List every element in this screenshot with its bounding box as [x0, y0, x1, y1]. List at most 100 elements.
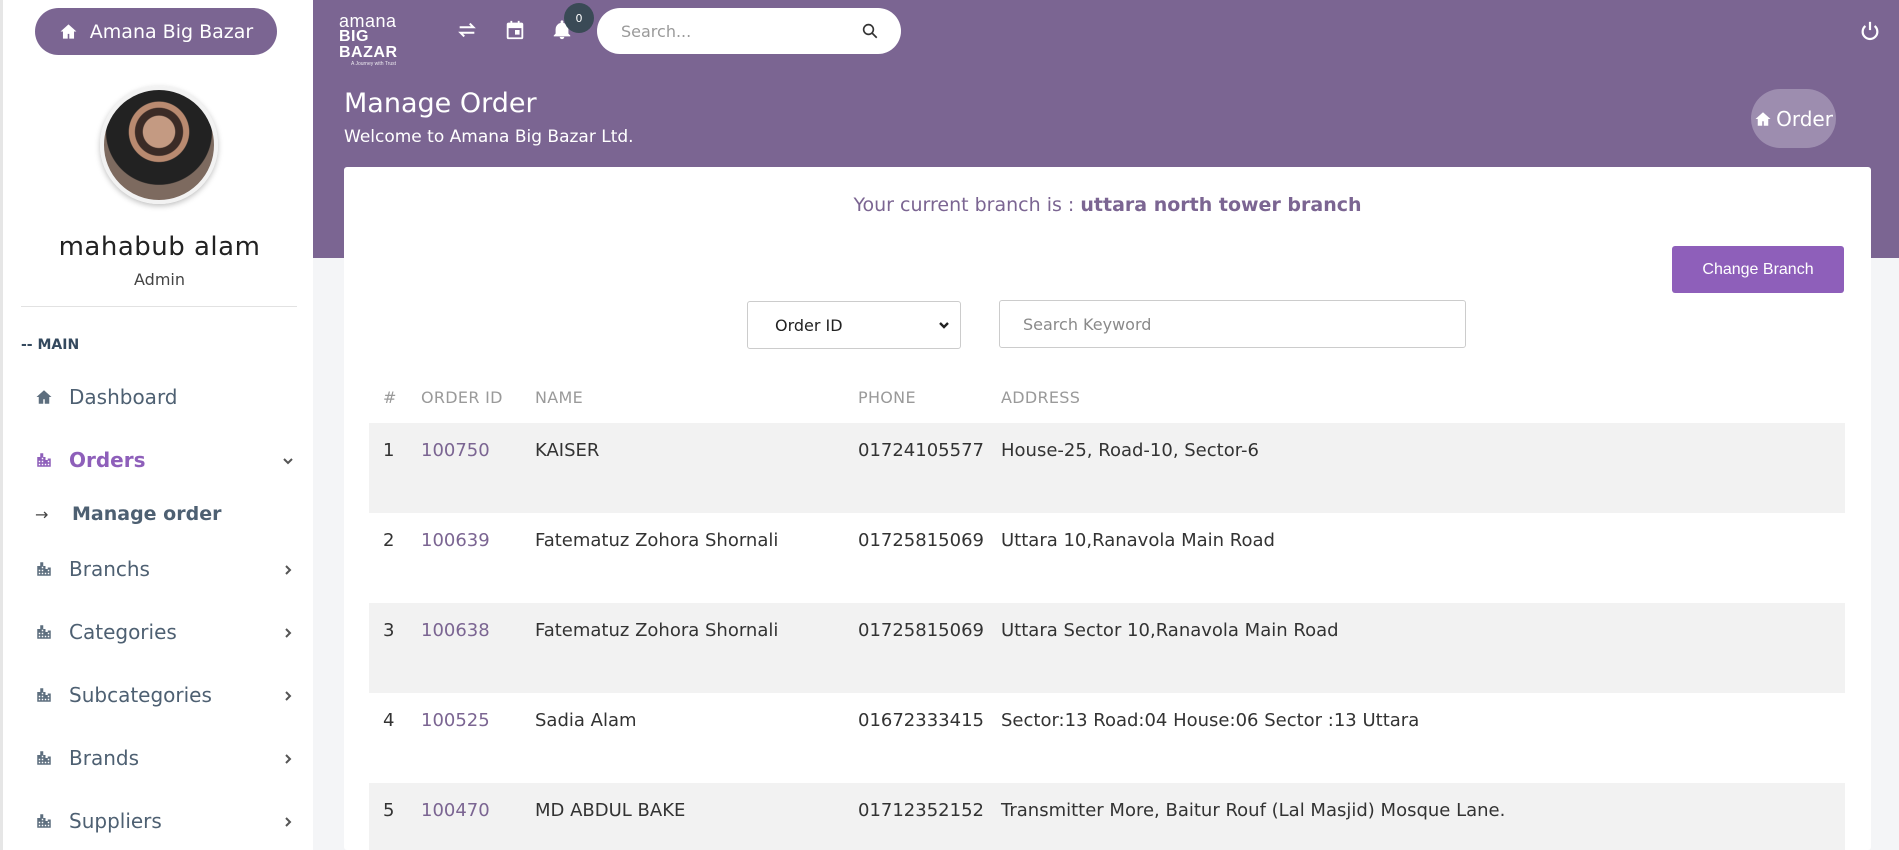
sidebar-item-branchs[interactable]: Branchs: [35, 549, 295, 589]
customer-name: MD ABDUL BAKE: [535, 800, 686, 821]
sidebar-item-orders[interactable]: Orders: [35, 440, 295, 480]
current-branch: Your current branch is : uttara north to…: [344, 194, 1871, 216]
order-id-link[interactable]: 100638: [421, 620, 535, 641]
chevron-down-icon: [939, 322, 949, 329]
customer-address: Uttara 10,Ranavola Main Road: [1001, 530, 1275, 551]
page-subtitle: Welcome to Amana Big Bazar Ltd.: [344, 127, 634, 147]
sidebar-item-label: Branchs: [69, 557, 150, 581]
building-icon: [35, 812, 53, 830]
order-id-link[interactable]: 100525: [421, 710, 535, 731]
sidebar-item-categories[interactable]: Categories: [35, 612, 295, 652]
customer-phone: 01724105577: [858, 440, 984, 461]
power-icon[interactable]: [1859, 20, 1881, 42]
orders-table: # ORDER ID NAME PHONE ADDRESS 1 100750 K…: [369, 371, 1845, 850]
home-icon: [1755, 111, 1771, 126]
building-icon: [35, 451, 53, 469]
table-row: 5 100470 MD ABDUL BAKE 01712352152 Trans…: [369, 783, 1845, 850]
building-icon: [35, 686, 53, 704]
content-card: Your current branch is : uttara north to…: [344, 167, 1871, 850]
customer-address: Transmitter More, Baitur Rouf (Lal Masji…: [1001, 800, 1506, 821]
table-row: 4 100525 Sadia Alam 01672333415 Sector:1…: [369, 693, 1845, 783]
customer-address: House-25, Road-10, Sector-6: [1001, 440, 1259, 461]
top-search: [597, 8, 901, 54]
row-index: 5: [383, 800, 395, 821]
sidebar-item-label: Dashboard: [69, 385, 178, 409]
user-role: Admin: [134, 270, 185, 289]
customer-name: KAISER: [535, 440, 600, 461]
sidebar-item-label: Categories: [69, 620, 177, 644]
order-id-link[interactable]: 100639: [421, 530, 535, 551]
topbar: amana BIG BAZAR A Journey with Trust 0: [313, 0, 1899, 70]
sidebar-subitem-label: Manage order: [72, 503, 222, 525]
customer-name: Fatematuz Zohora Shornali: [535, 620, 779, 641]
column-header: PHONE: [858, 387, 916, 407]
branch-name: uttara north tower branch: [1080, 194, 1362, 216]
sidebar-subitem-manage-order[interactable]: → Manage order: [35, 497, 221, 531]
table-row: 2 100639 Fatematuz Zohora Shornali 01725…: [369, 513, 1845, 603]
calendar-icon[interactable]: [504, 19, 528, 43]
row-index: 2: [383, 530, 395, 551]
customer-name: Sadia Alam: [535, 710, 637, 731]
order-id-link[interactable]: 100470: [421, 800, 535, 821]
avatar: [100, 86, 218, 204]
sidebar-item-label: Brands: [69, 746, 139, 770]
column-header: #: [383, 387, 397, 407]
sidebar-item-dashboard[interactable]: Dashboard: [35, 377, 295, 417]
customer-phone: 01725815069: [858, 620, 984, 641]
section-label: -- MAIN: [21, 337, 80, 353]
chevron-down-icon: [281, 453, 295, 467]
row-index: 4: [383, 710, 395, 731]
filter-select[interactable]: Order ID: [747, 301, 961, 349]
user-name: mahabub alam: [58, 232, 261, 262]
chevron-right-icon: [281, 751, 295, 765]
customer-phone: 01712352152: [858, 800, 984, 821]
customer-name: Fatematuz Zohora Shornali: [535, 530, 779, 551]
branch-prefix: Your current branch is :: [853, 194, 1081, 216]
row-index: 1: [383, 440, 395, 461]
customer-phone: 01725815069: [858, 530, 984, 551]
search-input[interactable]: [621, 21, 861, 41]
home-button[interactable]: Amana Big Bazar: [35, 8, 277, 55]
building-icon: [35, 560, 53, 578]
chevron-right-icon: [281, 562, 295, 576]
chevron-right-icon: [281, 814, 295, 828]
search-icon[interactable]: [861, 22, 879, 40]
sidebar-item-label: Subcategories: [69, 683, 212, 707]
page-title: Manage Order: [344, 88, 537, 119]
customer-address: Sector:13 Road:04 House:06 Sector :13 Ut…: [1001, 710, 1420, 731]
customer-phone: 01672333415: [858, 710, 984, 731]
sidebar-item-label: Orders: [69, 448, 146, 472]
row-index: 3: [383, 620, 395, 641]
filter-select-value: Order ID: [775, 315, 843, 335]
sidebar: Amana Big Bazar mahabub alam Admin -- MA…: [0, 0, 313, 850]
customer-address: Uttara Sector 10,Ranavola Main Road: [1001, 620, 1339, 641]
keyword-search-input[interactable]: [999, 300, 1466, 348]
home-button-label: Amana Big Bazar: [89, 20, 254, 43]
logo-text-top: amana: [339, 11, 397, 31]
column-header: ORDER ID: [421, 387, 503, 407]
table-row: 3 100638 Fatematuz Zohora Shornali 01725…: [369, 603, 1845, 693]
sidebar-item-suppliers[interactable]: Suppliers: [35, 801, 295, 841]
chevron-right-icon: [281, 625, 295, 639]
logo-text-bottom: BIG BAZAR: [339, 28, 398, 61]
order-id-link[interactable]: 100750: [421, 440, 535, 461]
notification-badge: 0: [564, 3, 594, 33]
sidebar-item-brands[interactable]: Brands: [35, 738, 295, 778]
building-icon: [35, 623, 53, 641]
change-branch-button[interactable]: Change Branch: [1672, 246, 1844, 293]
table-header: # ORDER ID NAME PHONE ADDRESS: [369, 371, 1845, 423]
home-icon: [60, 24, 77, 39]
brand-logo[interactable]: amana BIG BAZAR A Journey with Trust: [339, 11, 429, 67]
table-row: 1 100750 KAISER 01724105577 House-25, Ro…: [369, 423, 1845, 513]
breadcrumb-label: Order: [1776, 106, 1833, 131]
swap-icon[interactable]: [456, 19, 480, 43]
sidebar-item-label: Suppliers: [69, 809, 162, 833]
sidebar-item-subcategories[interactable]: Subcategories: [35, 675, 295, 715]
building-icon: [35, 749, 53, 767]
home-icon: [35, 388, 53, 406]
logo-tagline: A Journey with Trust: [351, 61, 397, 67]
arrow-right-icon: →: [35, 504, 49, 524]
sidebar-divider: [21, 306, 297, 307]
breadcrumb[interactable]: Order: [1751, 89, 1836, 148]
column-header: NAME: [535, 387, 584, 407]
